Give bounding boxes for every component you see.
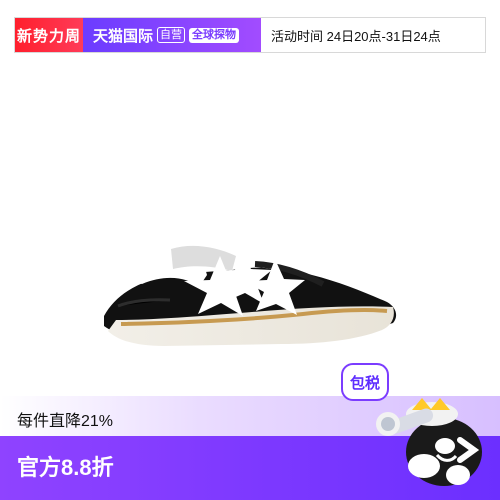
campaign-bar: 新势力周 天猫国际 自营 全球探物 活动时间 24日20点-31日24点	[14, 17, 486, 53]
price-row: 官方8.8折	[17, 446, 114, 486]
brand-name: 天猫国际	[93, 27, 154, 45]
campaign-badge-text: 新势力周	[16, 27, 81, 45]
product-image-area	[0, 68, 500, 396]
brand-segment: 天猫国际 自营 全球探物	[83, 18, 261, 52]
discount-row: 每件直降21%	[17, 400, 247, 438]
price-text: 官方8.8折	[17, 455, 114, 480]
campaign-badge: 新势力周	[15, 18, 83, 52]
global-tag: 全球探物	[189, 27, 240, 43]
activity-time: 活动时间 24日20点-31日24点	[261, 18, 485, 52]
discount-text: 每件直降21%	[17, 413, 114, 430]
activity-time-text: 活动时间 24日20点-31日24点	[271, 28, 441, 44]
self-operated-tag: 自营	[157, 27, 186, 43]
top-banner: 新势力周 天猫国际 自营 全球探物 活动时间 24日20点-31日24点	[0, 0, 500, 68]
mascot-image	[376, 398, 482, 486]
sneaker-image	[104, 245, 397, 346]
